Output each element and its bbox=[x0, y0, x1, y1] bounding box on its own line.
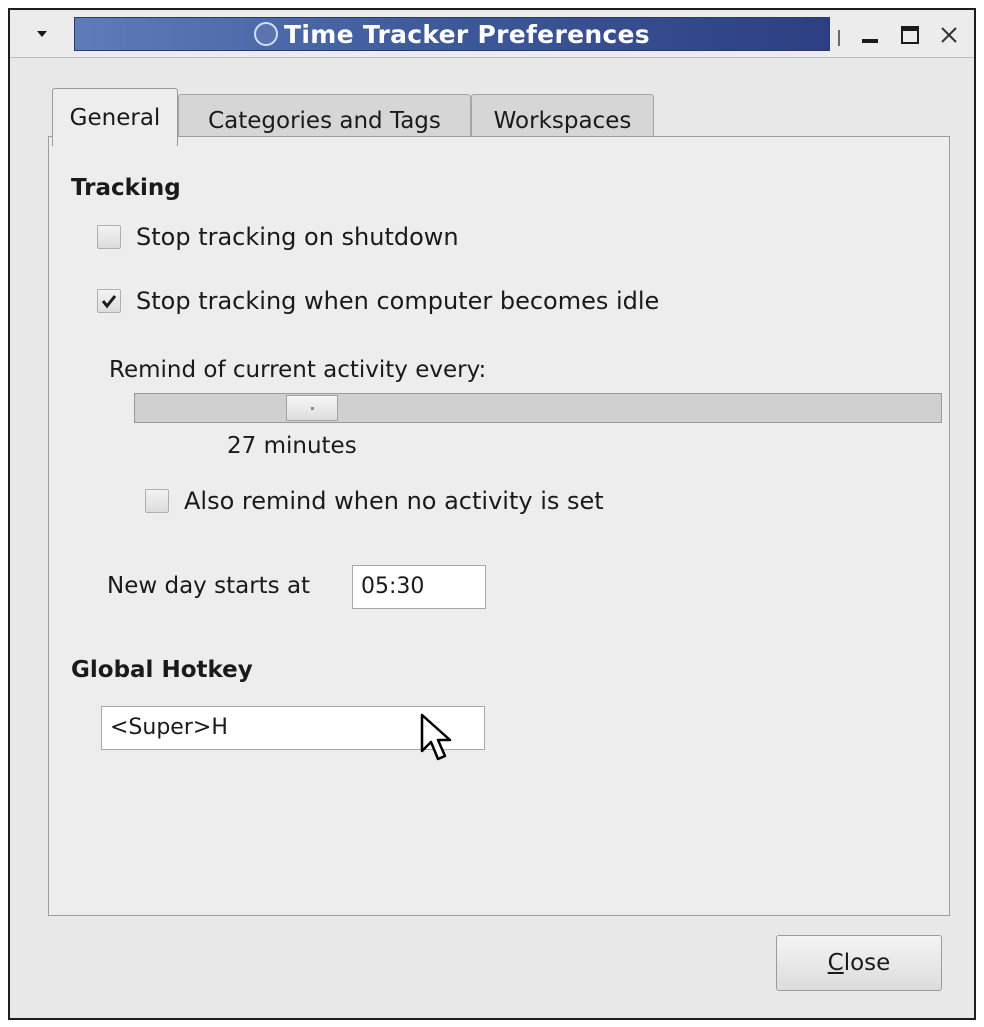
title-bar[interactable]: Time Tracker Preferences bbox=[10, 10, 974, 58]
tab-general[interactable]: General bbox=[52, 88, 178, 146]
tracking-section-header: Tracking bbox=[71, 175, 181, 201]
stop-on-idle-row[interactable]: Stop tracking when computer becomes idle bbox=[97, 287, 659, 315]
mouse-pointer-icon bbox=[420, 713, 452, 761]
window-menu-button[interactable] bbox=[20, 18, 64, 50]
dropdown-arrow-icon bbox=[37, 31, 47, 37]
stop-on-shutdown-label: Stop tracking on shutdown bbox=[136, 223, 459, 251]
window-title: Time Tracker Preferences bbox=[284, 19, 650, 49]
title-area[interactable]: Time Tracker Preferences bbox=[74, 17, 830, 51]
close-window-button[interactable] bbox=[934, 20, 964, 50]
new-day-label: New day starts at bbox=[107, 573, 311, 599]
maximize-button[interactable] bbox=[895, 20, 925, 50]
title-separator bbox=[838, 30, 840, 46]
tab-categories-label: Categories and Tags bbox=[208, 107, 441, 134]
close-button-label: lose bbox=[843, 950, 891, 976]
close-button-mnemonic: C bbox=[827, 950, 844, 976]
maximize-icon bbox=[901, 26, 919, 44]
checkmark-icon bbox=[101, 295, 117, 309]
general-tab-panel: Tracking Stop tracking on shutdown Stop … bbox=[48, 136, 950, 916]
stop-on-shutdown-row[interactable]: Stop tracking on shutdown bbox=[97, 223, 459, 251]
tab-general-label: General bbox=[69, 104, 161, 131]
close-button[interactable]: Close bbox=[776, 935, 942, 991]
close-x-icon bbox=[941, 27, 957, 43]
slider-handle[interactable] bbox=[286, 395, 338, 421]
preferences-window: Time Tracker Preferences General Categor… bbox=[8, 8, 976, 1020]
new-day-time-input[interactable]: 05:30 bbox=[352, 565, 486, 609]
remind-interval-slider[interactable] bbox=[134, 393, 942, 423]
tab-workspaces-label: Workspaces bbox=[493, 107, 632, 134]
remind-value-label: 27 minutes bbox=[227, 433, 357, 459]
remind-no-activity-row[interactable]: Also remind when no activity is set bbox=[145, 487, 604, 515]
minimize-icon bbox=[862, 39, 878, 43]
stop-on-shutdown-checkbox[interactable] bbox=[97, 225, 121, 249]
remind-no-activity-label: Also remind when no activity is set bbox=[184, 487, 604, 515]
stop-on-idle-label: Stop tracking when computer becomes idle bbox=[136, 287, 660, 315]
slider-grip-icon bbox=[310, 406, 314, 410]
stop-on-idle-checkbox[interactable] bbox=[97, 289, 121, 313]
circle-app-icon bbox=[254, 22, 278, 46]
remind-label: Remind of current activity every: bbox=[109, 357, 487, 383]
minimize-button[interactable] bbox=[855, 20, 885, 50]
remind-no-activity-checkbox[interactable] bbox=[145, 489, 169, 513]
hotkey-section-header: Global Hotkey bbox=[71, 657, 253, 683]
